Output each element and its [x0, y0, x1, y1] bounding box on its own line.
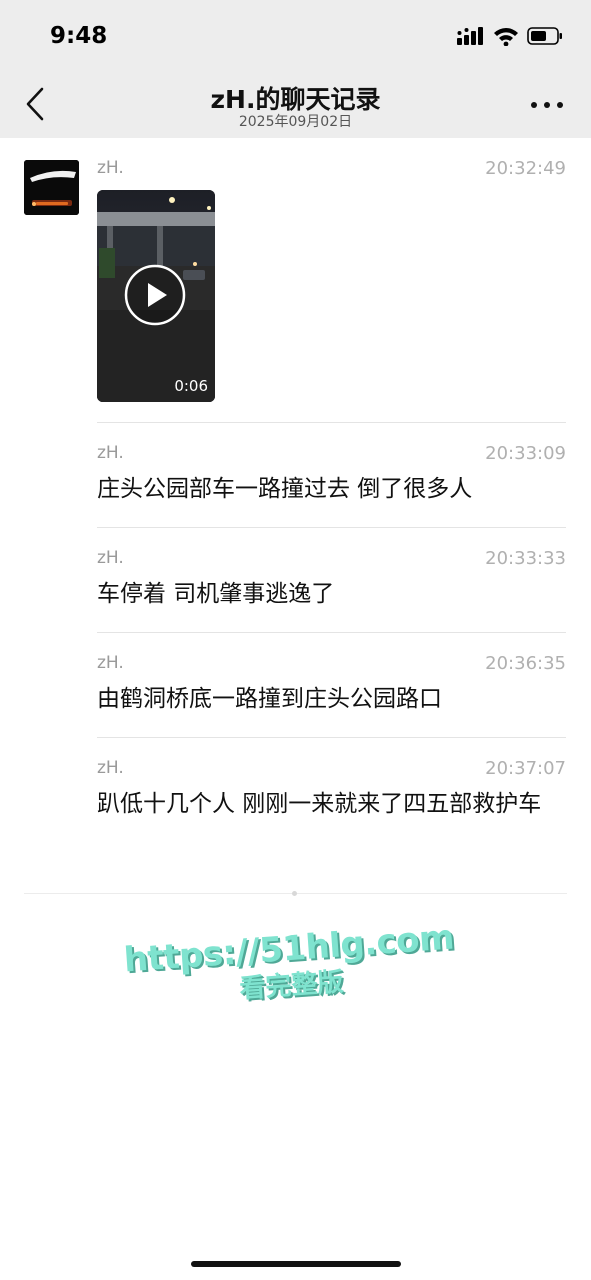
battery-icon	[527, 26, 563, 51]
sender-name: zH.	[97, 758, 124, 778]
sender-name: zH.	[97, 158, 124, 178]
avatar[interactable]	[24, 160, 79, 215]
wifi-icon	[493, 26, 519, 51]
navigation-bar: zH.的聊天记录 2025年09月02日	[0, 70, 591, 138]
page-subtitle-date: 2025年09月02日	[238, 114, 353, 130]
sender-name: zH.	[97, 653, 124, 673]
list-item: zH. 20:36:35 由鹤洞桥底一路撞到庄头公园路口	[97, 653, 566, 723]
play-icon	[124, 264, 186, 326]
more-dot-icon	[544, 102, 550, 108]
sender-name: zH.	[97, 548, 124, 568]
message-text: 趴低十几个人 刚刚一来就来了四五部救护车	[97, 791, 542, 817]
list-item: zH. 20:33:09 庄头公园部车一路撞过去 倒了很多人	[97, 443, 566, 513]
message-time: 20:33:33	[485, 548, 566, 569]
message-text: 庄头公园部车一路撞过去 倒了很多人	[97, 476, 473, 502]
video-duration: 0:06	[174, 377, 208, 395]
message-time: 20:33:09	[485, 443, 566, 464]
message-time: 20:32:49	[485, 158, 566, 179]
status-icons	[457, 26, 563, 50]
more-options-button[interactable]	[531, 100, 563, 110]
video-thumbnail[interactable]: 0:06	[97, 190, 215, 402]
message-divider	[97, 422, 566, 423]
status-bar: 9:48	[0, 0, 591, 70]
message-time: 20:37:07	[485, 758, 566, 779]
cellular-signal-icon	[457, 26, 485, 50]
sender-name: zH.	[97, 443, 124, 463]
list-item: zH. 20:37:07 趴低十几个人 刚刚一来就来了四五部救护车	[97, 758, 566, 868]
end-of-record-dot	[292, 891, 297, 896]
message-text: 车停着 司机肇事逃逸了	[97, 581, 335, 607]
avatar-image	[24, 160, 79, 215]
watermark: https://51hlg.com 看完整版	[108, 916, 472, 1015]
message-divider	[97, 527, 566, 528]
more-dot-icon	[531, 102, 537, 108]
more-dot-icon	[557, 102, 563, 108]
home-indicator[interactable]	[191, 1261, 401, 1267]
message-text: 由鹤洞桥底一路撞到庄头公园路口	[97, 686, 442, 712]
list-item: zH. 20:33:33 车停着 司机肇事逃逸了	[97, 548, 566, 618]
message-divider	[97, 632, 566, 633]
message-divider	[97, 737, 566, 738]
status-time: 9:48	[50, 23, 108, 49]
header-area: 9:48 zH.的聊天记录 2025年09月02日	[0, 0, 591, 138]
message-time: 20:36:35	[485, 653, 566, 674]
